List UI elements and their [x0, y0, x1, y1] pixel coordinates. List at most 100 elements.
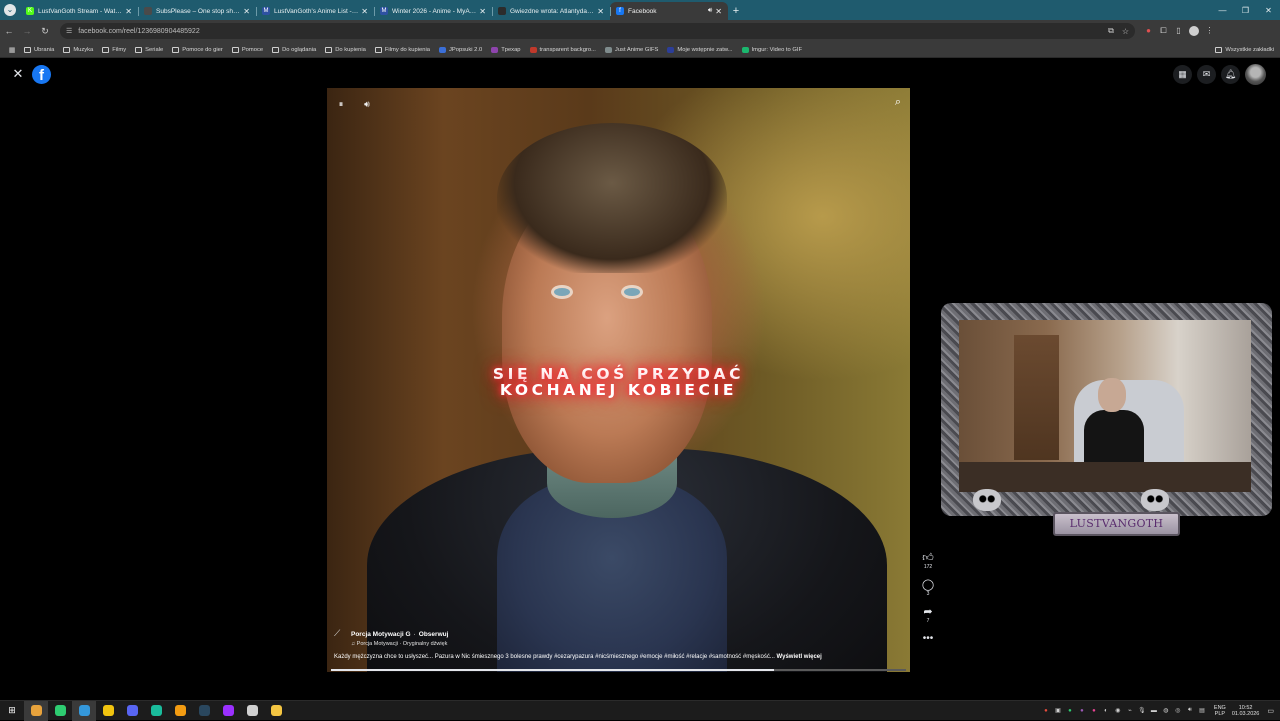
- browser-tab[interactable]: SubsPlease – One stop shop fo ✕: [138, 2, 256, 20]
- taskbar-app-obs[interactable]: [240, 701, 264, 721]
- reload-icon[interactable]: ↻: [36, 26, 54, 37]
- extensions-puzzle-icon[interactable]: ⧠: [1156, 26, 1171, 36]
- apps-grid-icon[interactable]: ▦: [6, 46, 18, 54]
- bookmark-item[interactable]: Imgur: Video to GIF: [741, 46, 802, 53]
- network-icon[interactable]: ◍: [1160, 707, 1172, 714]
- taskbar-app-explorer[interactable]: [264, 701, 288, 721]
- site-info-icon[interactable]: ☰: [66, 27, 72, 35]
- taskbar-app-steam[interactable]: [192, 701, 216, 721]
- forward-icon[interactable]: →: [18, 26, 36, 36]
- like-button[interactable]: 👍︎ 172: [918, 552, 938, 571]
- author-name[interactable]: Porcja Motywacji G: [351, 631, 411, 638]
- bookmark-item[interactable]: JPopsuki 2.0: [438, 46, 482, 53]
- tab-title: LustVanGoth's Anime List - My: [274, 7, 359, 15]
- back-icon[interactable]: ←: [0, 26, 18, 36]
- bookmark-item[interactable]: Do oglądania: [272, 46, 316, 53]
- bookmark-item[interactable]: transparent backgro...: [529, 46, 596, 53]
- bookmark-item[interactable]: Do kupienia: [325, 46, 366, 53]
- taskbar-app-app-yellow[interactable]: [96, 701, 120, 721]
- bookmark-item[interactable]: Ubrania: [24, 46, 54, 53]
- tray-app-icon[interactable]: ◎: [1172, 707, 1184, 714]
- follow-button[interactable]: Obserwuj: [419, 631, 449, 638]
- browser-tab[interactable]: K LustVanGoth Stream - Watch Li ✕: [20, 2, 138, 20]
- extension-icon[interactable]: ●: [1141, 26, 1156, 36]
- bookmark-item[interactable]: Moje wstępnie zatw...: [667, 46, 733, 53]
- audio-line[interactable]: ♫ Porcja Motywacji · Oryginalny dźwięk: [351, 641, 896, 647]
- bookmark-item[interactable]: Seriale: [135, 46, 163, 53]
- tray-app-icon[interactable]: ▤: [1196, 707, 1208, 714]
- account-avatar[interactable]: [1245, 64, 1266, 85]
- taskbar-app-chrome[interactable]: [24, 700, 48, 721]
- close-reel-icon[interactable]: ✕: [11, 67, 25, 81]
- tray-app-icon[interactable]: ●: [1040, 708, 1052, 714]
- taskbar-app-app-purple[interactable]: [216, 701, 240, 721]
- video-progress-bar[interactable]: [331, 669, 906, 671]
- tab-close-icon[interactable]: ✕: [125, 7, 132, 16]
- maximize-icon[interactable]: ❐: [1234, 0, 1257, 20]
- more-options-icon[interactable]: •••: [918, 633, 938, 644]
- all-bookmarks[interactable]: Wszystkie zakładki: [1215, 46, 1274, 53]
- tab-audio-icon[interactable]: 🔊︎: [708, 7, 712, 15]
- video-figure-hair: [497, 123, 727, 273]
- profile-avatar[interactable]: [1189, 26, 1199, 36]
- taskbar-app-app-blue[interactable]: [72, 700, 96, 721]
- new-tab-button[interactable]: +: [728, 2, 744, 20]
- browser-tab[interactable]: Gwiezdne wrota: Atlantyda / St ✕: [492, 2, 610, 20]
- browser-tab[interactable]: M LustVanGoth's Anime List - My ✕: [256, 2, 374, 20]
- menu-grid-icon[interactable]: ▦: [1173, 65, 1192, 84]
- volume-tray-icon[interactable]: 🔊︎: [1184, 707, 1196, 714]
- browser-tab[interactable]: M Winter 2026 - Anime - MyAnim ✕: [374, 2, 492, 20]
- windows-start-icon[interactable]: ⊞: [0, 705, 24, 716]
- bookmark-item[interactable]: Tpexap: [491, 46, 521, 53]
- notifications-bell-icon[interactable]: 🔔︎: [1221, 65, 1240, 84]
- tray-app-icon[interactable]: ▣: [1052, 707, 1064, 714]
- close-window-icon[interactable]: ✕: [1257, 0, 1280, 20]
- messenger-icon[interactable]: ✉: [1197, 65, 1216, 84]
- tray-app-icon[interactable]: ◐: [1100, 708, 1112, 714]
- bookmark-item[interactable]: Pomoce: [231, 46, 263, 53]
- microphone-icon[interactable]: 🎙︎: [1136, 707, 1148, 714]
- volume-icon[interactable]: 🔊︎: [360, 97, 374, 111]
- tab-close-icon[interactable]: ✕: [715, 7, 722, 16]
- tab-favicon-icon: K: [26, 7, 34, 15]
- side-panel-icon[interactable]: ▯: [1171, 26, 1186, 36]
- tab-close-icon[interactable]: ✕: [361, 7, 368, 16]
- taskbar-app-discord[interactable]: [120, 701, 144, 721]
- bookmark-label: Just Anime GIFS: [614, 46, 659, 53]
- tray-app-icon[interactable]: ●: [1088, 708, 1100, 714]
- notifications-icon[interactable]: ▭: [1267, 707, 1274, 715]
- bookmark-item[interactable]: Muzyka: [63, 46, 93, 53]
- tray-app-icon[interactable]: ●: [1064, 708, 1076, 714]
- bookmark-item[interactable]: Filmy: [102, 46, 126, 53]
- usb-icon[interactable]: ⌁: [1124, 707, 1136, 714]
- tray-app-icon[interactable]: ◉: [1112, 707, 1124, 714]
- address-bar[interactable]: ☰ facebook.com/reel/1236980904485922 ⧉ ☆: [60, 23, 1135, 39]
- browser-menu-icon[interactable]: ⋮: [1202, 26, 1217, 36]
- taskbar-app-vlc[interactable]: [168, 701, 192, 721]
- taskbar-app-app-cyan[interactable]: [144, 701, 168, 721]
- install-app-icon[interactable]: ⧉: [1108, 26, 1114, 36]
- tab-close-icon[interactable]: ✕: [243, 7, 250, 16]
- bookmark-item[interactable]: Pomoce do gier: [172, 46, 223, 53]
- tab-close-icon[interactable]: ✕: [597, 7, 604, 16]
- minimize-icon[interactable]: —: [1211, 0, 1234, 20]
- bookmark-star-icon[interactable]: ☆: [1122, 27, 1129, 36]
- facebook-logo[interactable]: f: [32, 65, 51, 84]
- tray-app-icon[interactable]: ●: [1076, 708, 1088, 714]
- language-indicator[interactable]: ENG PLP: [1214, 705, 1226, 717]
- tray-app-icon[interactable]: ▬: [1148, 708, 1160, 714]
- search-icon[interactable]: ⌕: [895, 96, 901, 109]
- browser-tab[interactable]: f Facebook 🔊︎ ✕: [610, 2, 728, 20]
- tab-search-button[interactable]: ⌄: [0, 0, 20, 20]
- reel-video[interactable]: SIĘ NA COŚ PRZYDAĆ KOCHANEJ KOBIECIE ⏸ 🔊…: [327, 88, 910, 672]
- taskbar-app-app-green[interactable]: [48, 701, 72, 721]
- bookmark-item[interactable]: Filmy do kupienia: [374, 46, 430, 53]
- author-avatar-icon[interactable]: ⟋: [334, 628, 346, 640]
- see-more-link[interactable]: Wyświetl więcej: [777, 654, 822, 660]
- clock[interactable]: 10:52 01.03.2026: [1232, 705, 1260, 717]
- pause-icon[interactable]: ⏸: [334, 97, 348, 111]
- tab-close-icon[interactable]: ✕: [479, 7, 486, 16]
- comment-button[interactable]: ◯ 3: [918, 579, 938, 598]
- share-button[interactable]: ➦ 7: [918, 606, 938, 625]
- bookmark-item[interactable]: Just Anime GIFS: [604, 46, 659, 53]
